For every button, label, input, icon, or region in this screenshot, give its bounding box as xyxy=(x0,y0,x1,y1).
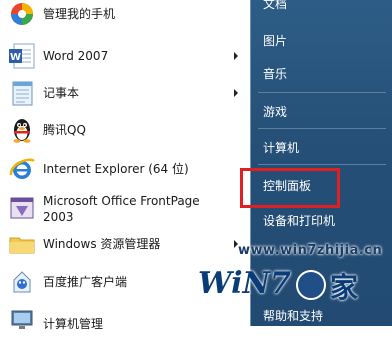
places-item-games[interactable]: 游戏 xyxy=(263,104,287,120)
places-item-computer[interactable]: 计算机 xyxy=(263,140,299,156)
control-panel-highlight-box xyxy=(240,168,340,208)
submenu-arrow-icon[interactable] xyxy=(234,89,238,97)
places-item-help-support[interactable]: 帮助和支持 xyxy=(263,308,323,324)
menu-item-label: 记事本 xyxy=(43,86,80,100)
phone-manager-icon xyxy=(6,0,38,30)
menu-item-label: Internet Explorer (64 位) xyxy=(43,162,189,176)
places-item-documents[interactable]: 文档 xyxy=(263,0,287,12)
places-separator xyxy=(258,128,386,129)
watermark-url: www.win7zhijia.cn xyxy=(238,243,383,258)
watermark-logo-text: WiN7 xyxy=(198,266,291,301)
menu-item-notepad[interactable]: 记事本 xyxy=(4,77,246,109)
word-icon: W xyxy=(6,40,38,72)
windows-logo-icon xyxy=(296,270,326,300)
qq-penguin-icon xyxy=(6,114,38,146)
internet-explorer-icon xyxy=(6,153,38,185)
menu-item-frontpage[interactable]: Microsoft Office FrontPage 2003 xyxy=(4,190,246,228)
watermark-logo-jia: 家 xyxy=(330,271,359,304)
places-item-devices-printers[interactable]: 设备和打印机 xyxy=(263,213,335,229)
menu-item-windows-explorer[interactable]: Windows 资源管理器 xyxy=(4,229,246,259)
menu-item-label: Word 2007 xyxy=(43,49,109,63)
places-separator xyxy=(258,164,386,165)
watermark-logo: WiN7 家 xyxy=(188,266,388,304)
places-separator xyxy=(258,92,386,93)
places-item-music[interactable]: 音乐 xyxy=(263,66,287,82)
menu-item-label: Windows 资源管理器 xyxy=(43,237,161,251)
menu-item-internet-explorer[interactable]: Internet Explorer (64 位) xyxy=(4,153,246,185)
baidu-client-icon xyxy=(6,266,38,298)
frontpage-icon xyxy=(6,192,38,224)
menu-item-label: 管理我的手机 xyxy=(43,7,116,21)
svg-text:W: W xyxy=(10,52,21,63)
menu-item-phone-manager[interactable]: 管理我的手机 xyxy=(4,0,246,28)
menu-item-qq[interactable]: 腾讯QQ xyxy=(4,114,246,146)
submenu-arrow-icon[interactable] xyxy=(234,52,238,60)
menu-item-word[interactable]: W Word 2007 xyxy=(4,40,246,72)
menu-item-computer-management[interactable]: 计算机管理 xyxy=(4,304,246,331)
notepad-icon xyxy=(6,77,38,109)
menu-item-label: Microsoft Office FrontPage 2003 xyxy=(43,194,200,224)
menu-item-label: 百度推广客户端 xyxy=(43,275,128,289)
folder-explorer-icon xyxy=(6,228,38,260)
menu-item-label: 腾讯QQ xyxy=(43,123,86,137)
computer-management-icon xyxy=(6,306,38,338)
places-item-pictures[interactable]: 图片 xyxy=(263,33,287,49)
menu-item-label: 计算机管理 xyxy=(43,317,104,331)
